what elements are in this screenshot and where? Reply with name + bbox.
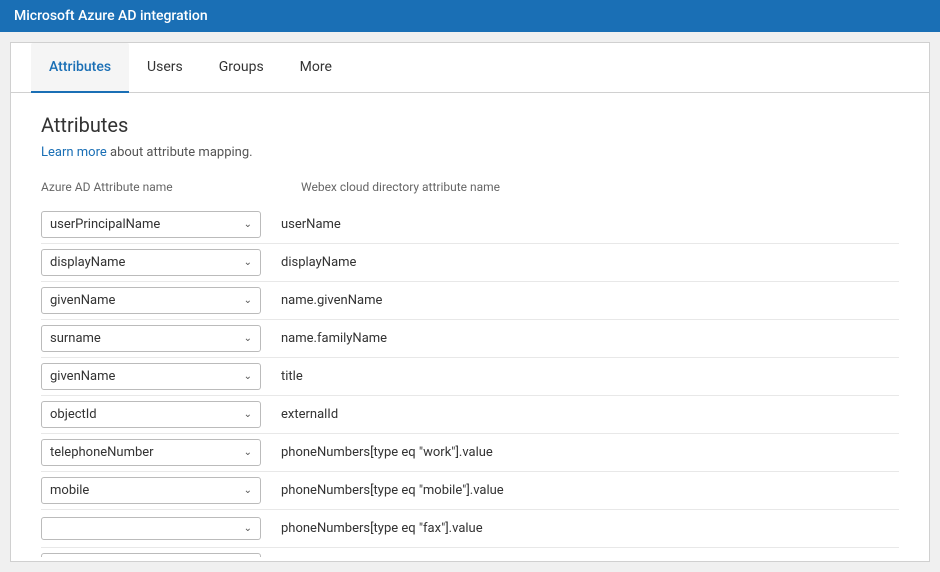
main-content: AttributesUsersGroupsMore Attributes Lea… — [10, 42, 930, 562]
attribute-select-2[interactable]: givenName ⌄ — [41, 287, 261, 314]
attribute-select-text-3: surname — [50, 331, 238, 346]
attribute-select-6[interactable]: telephoneNumber ⌄ — [41, 439, 261, 466]
attribute-select-3[interactable]: surname ⌄ — [41, 325, 261, 352]
chevron-down-icon: ⌄ — [244, 485, 252, 496]
table-row: givenName ⌄ name.givenName — [41, 282, 899, 320]
attribute-select-0[interactable]: userPrincipalName ⌄ — [41, 211, 261, 238]
section-title: Attributes — [41, 113, 899, 137]
attribute-select-1[interactable]: displayName ⌄ — [41, 249, 261, 276]
attribute-select-text-0: userPrincipalName — [50, 217, 238, 232]
attribute-select-9[interactable]: streetAddress⌄ — [41, 553, 261, 557]
attribute-value-1: displayName — [261, 255, 899, 270]
chevron-down-icon: ⌄ — [244, 219, 252, 230]
attribute-value-3: name.familyName — [261, 331, 899, 346]
tabs-bar: AttributesUsersGroupsMore — [11, 43, 929, 93]
attribute-select-text-5: objectId — [50, 407, 238, 422]
attribute-select-text-4: givenName — [50, 369, 238, 384]
attribute-select-8[interactable]: ⌄ — [41, 517, 261, 540]
table-row: surname ⌄ name.familyName — [41, 320, 899, 358]
tab-more[interactable]: More — [282, 43, 350, 93]
table-row: givenName ⌄ title — [41, 358, 899, 396]
attribute-select-text-2: givenName — [50, 293, 238, 308]
attribute-value-8: phoneNumbers[type eq "fax"].value — [261, 521, 899, 536]
chevron-down-icon: ⌄ — [244, 295, 252, 306]
col-headers: Azure AD Attribute name Webex cloud dire… — [41, 180, 899, 198]
learn-more-text: Learn more about attribute mapping. — [41, 145, 899, 160]
chevron-down-icon: ⌄ — [244, 257, 252, 268]
attributes-table: Azure AD Attribute name Webex cloud dire… — [41, 180, 899, 557]
table-row: telephoneNumber ⌄ phoneNumbers[type eq "wo… — [41, 434, 899, 472]
tab-users[interactable]: Users — [129, 43, 201, 93]
app-title: Microsoft Azure AD integration — [14, 8, 208, 24]
attribute-select-7[interactable]: mobile ⌄ — [41, 477, 261, 504]
tab-groups[interactable]: Groups — [201, 43, 282, 93]
attribute-value-2: name.givenName — [261, 293, 899, 308]
table-row: ⌄ phoneNumbers[type eq "fax"].value — [41, 510, 899, 548]
chevron-down-icon: ⌄ — [244, 371, 252, 382]
table-row: objectId ⌄ externalId — [41, 396, 899, 434]
attribute-select-text-6: telephoneNumber — [50, 445, 238, 460]
attribute-value-5: externalId — [261, 407, 899, 422]
chevron-down-icon: ⌄ — [244, 333, 252, 344]
table-row: displayName ⌄ displayName — [41, 244, 899, 282]
attribute-value-7: phoneNumbers[type eq "mobile"].value — [261, 483, 899, 498]
learn-more-link[interactable]: Learn more — [41, 145, 107, 160]
title-bar: Microsoft Azure AD integration — [0, 0, 940, 32]
table-row: streetAddress⌄addresses[type eq "work"].… — [41, 548, 899, 557]
content-area: Attributes Learn more about attribute ma… — [11, 93, 929, 557]
attribute-value-0: userName — [261, 217, 899, 232]
tab-attributes[interactable]: Attributes — [31, 43, 129, 93]
attr-rows-container: userPrincipalName⌄userNamedisplayName⌄di… — [41, 206, 899, 557]
chevron-down-icon: ⌄ — [244, 409, 252, 420]
table-row: mobile ⌄ phoneNumbers[type eq "mobile"].va… — [41, 472, 899, 510]
attribute-select-4[interactable]: givenName ⌄ — [41, 363, 261, 390]
attribute-value-6: phoneNumbers[type eq "work"].value — [261, 445, 899, 460]
attribute-select-text-1: displayName — [50, 255, 238, 270]
attribute-select-5[interactable]: objectId ⌄ — [41, 401, 261, 428]
col-header-right: Webex cloud directory attribute name — [281, 180, 899, 194]
attribute-select-text-7: mobile — [50, 483, 238, 498]
chevron-down-icon: ⌄ — [244, 447, 252, 458]
col-header-left: Azure AD Attribute name — [41, 180, 281, 194]
chevron-down-icon: ⌄ — [244, 523, 252, 534]
table-row: userPrincipalName ⌄ userName — [41, 206, 899, 244]
attribute-value-4: title — [261, 369, 899, 384]
